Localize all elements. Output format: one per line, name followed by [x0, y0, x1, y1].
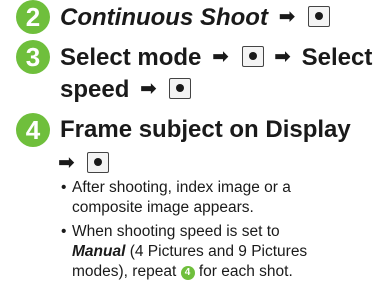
- select-text: Select: [301, 44, 373, 71]
- center-key-icon: [241, 46, 264, 67]
- step-number-badge: 3: [16, 40, 50, 74]
- right-arrow-icon: ➡: [212, 46, 229, 68]
- note-2-line3-b: for each shot.: [194, 263, 293, 280]
- note-2-line2-rest: (4 Pictures and 9 Pictures: [125, 243, 308, 260]
- right-arrow-icon: ➡: [58, 152, 75, 174]
- step-4-instruction-line2: ➡: [58, 149, 110, 178]
- bullet: •: [61, 223, 67, 240]
- note-2-line2: Manual (4 Pictures and 9 Pictures: [72, 242, 307, 262]
- step-4-instruction-line1: Frame subject on Display: [60, 116, 351, 144]
- frame-subject-text: Frame subject on Display: [60, 116, 351, 143]
- right-arrow-icon: ➡: [278, 6, 296, 28]
- right-arrow-icon: ➡: [140, 78, 157, 100]
- center-key-icon: [169, 78, 192, 99]
- step-3-instruction-line2: speed ➡: [60, 75, 192, 104]
- step-2-instruction: Continuous Shoot ➡: [60, 3, 331, 32]
- bullet: •: [61, 179, 67, 196]
- note-2-line3-a: modes), repeat: [72, 263, 181, 280]
- center-key-icon: [308, 6, 331, 27]
- speed-text: speed: [60, 76, 130, 103]
- manual-emphasis: Manual: [72, 243, 126, 260]
- select-mode-text: Select mode: [60, 44, 202, 71]
- note-1-line2: composite image appears.: [72, 199, 254, 216]
- note-2: • When shooting speed is set to Manual (…: [61, 222, 307, 282]
- note-1: • After shooting, index image or a compo…: [61, 178, 291, 218]
- step-number-badge: 2: [16, 0, 50, 34]
- step-3-instruction-line1: Select mode ➡ ➡ Select: [60, 43, 372, 72]
- menu-item-continuous-shoot: Continuous Shoot: [60, 4, 268, 31]
- note-1-line1: After shooting, index image or a: [72, 179, 291, 196]
- note-2-line3: modes), repeat 4 for each shot.: [72, 262, 307, 282]
- step-number-badge: 4: [16, 113, 50, 147]
- right-arrow-icon: ➡: [274, 46, 291, 68]
- center-key-icon: [87, 152, 110, 173]
- step-reference-badge: 4: [180, 266, 195, 280]
- note-2-line1: When shooting speed is set to: [72, 223, 280, 240]
